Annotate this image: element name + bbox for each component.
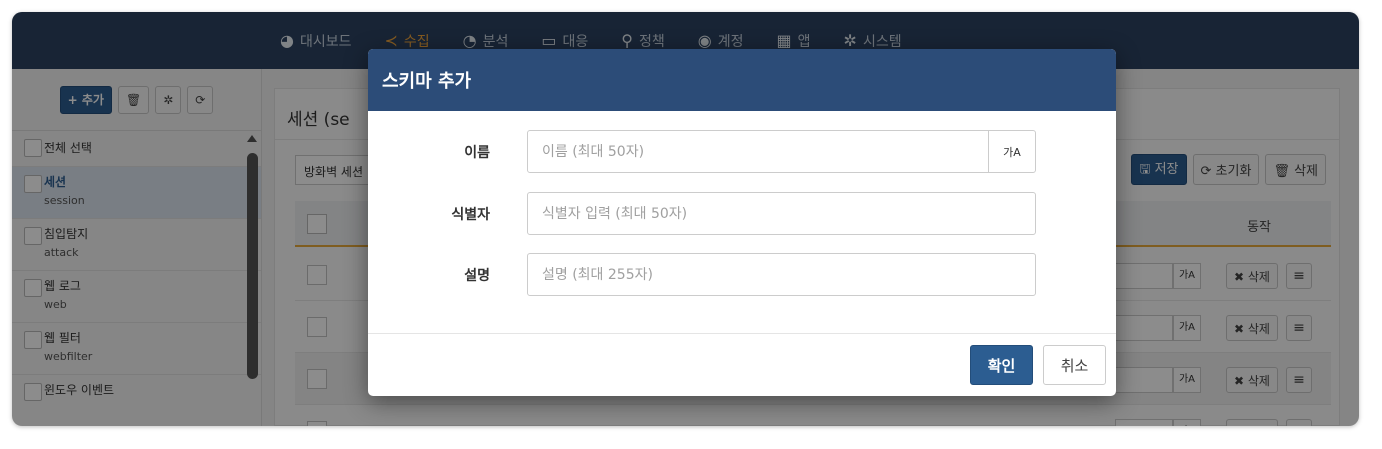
identifier-label: 식별자 [451,207,490,223]
cancel-button[interactable]: 취소 [1043,345,1106,385]
dialog-title: 스키마 추가 [368,49,1116,111]
dialog-footer: 확인 취소 [368,333,1116,396]
name-row: 이름 가A [368,130,1116,174]
description-row: 설명 [368,253,1116,297]
description-label: 설명 [464,268,490,284]
name-input[interactable] [527,130,989,173]
add-schema-dialog: 스키마 추가 이름 가A 식별자 설명 확인 취소 [368,49,1116,396]
translate-icon[interactable]: 가A [988,130,1036,173]
identifier-row: 식별자 [368,192,1116,236]
name-label: 이름 [464,145,490,161]
description-input[interactable] [527,253,1036,296]
confirm-button[interactable]: 확인 [970,345,1033,385]
identifier-input[interactable] [527,192,1036,235]
